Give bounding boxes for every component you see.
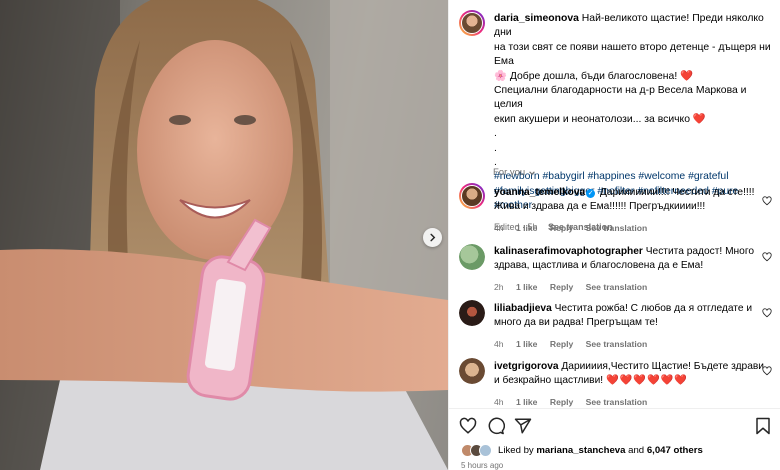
comment-avatar[interactable]: [459, 183, 485, 209]
chevron-right-icon: [430, 233, 436, 242]
comment-time: 4h: [494, 338, 504, 349]
see-translation-link[interactable]: See translation: [586, 397, 648, 407]
caption-line: на този свят се появи нашето второ детен…: [494, 41, 771, 68]
comment-username[interactable]: liliabadjieva: [494, 303, 552, 314]
likes-summary[interactable]: Liked by mariana_stancheva and 6,047 oth…: [461, 444, 703, 457]
reply-button[interactable]: Reply: [550, 223, 573, 233]
comment-hearts: ❤️❤️❤️❤️❤️❤️: [605, 375, 689, 387]
chevron-down-icon: [529, 170, 536, 175]
comment-time: 2h: [494, 281, 504, 292]
comment-sort-dropdown[interactable]: For you: [493, 167, 536, 178]
comment-likes[interactable]: 1 like: [516, 397, 538, 407]
likes-and: and: [628, 445, 645, 456]
comment-meta: 4h 1 like Reply See translation: [494, 221, 764, 235]
comment-time: 4h: [494, 396, 504, 407]
liker-avatar: [479, 444, 492, 457]
comment-avatar[interactable]: [459, 244, 485, 270]
see-translation-link[interactable]: See translation: [586, 282, 648, 292]
post-side-panel: daria_simeonova Най-великото щастие! Пре…: [448, 0, 780, 470]
reply-button[interactable]: Reply: [550, 339, 573, 349]
comment-likes[interactable]: 1 like: [516, 223, 538, 233]
post-photo[interactable]: [0, 0, 448, 470]
comment-avatar[interactable]: [459, 300, 485, 326]
see-translation-link[interactable]: See translation: [586, 223, 648, 233]
verified-icon: ✓: [586, 189, 596, 198]
reply-button[interactable]: Reply: [550, 282, 573, 292]
heart-icon[interactable]: [762, 196, 772, 206]
comment-meta: 2h 1 like Reply See translation: [494, 280, 764, 294]
caption-line: 🌸 Добре дошла, бъди благословена! ❤️: [494, 70, 694, 82]
next-photo-button[interactable]: [423, 228, 442, 247]
comment: ivetgrigorova Дариииия,Честито Щастие! Б…: [494, 360, 764, 409]
comment-likes[interactable]: 1 like: [516, 339, 538, 349]
comment: yoanna_temelkova ✓ Дариииииии!!!! Честити…: [494, 186, 764, 235]
heart-icon[interactable]: [459, 417, 477, 435]
comment: liliabadjieva Честита рожба! С любов да …: [494, 302, 764, 351]
comment-username[interactable]: kalinaserafimovaphotographer: [494, 246, 643, 257]
post-timestamp: 5 hours ago: [461, 461, 504, 470]
comment-time: 4h: [494, 222, 504, 233]
reply-button[interactable]: Reply: [550, 397, 573, 407]
photo-illustration: [0, 0, 448, 470]
caption-author-username[interactable]: daria_simeonova: [494, 13, 579, 24]
likes-prefix: Liked by: [498, 445, 534, 456]
comment-avatar[interactable]: [459, 358, 485, 384]
heart-icon[interactable]: [762, 366, 772, 376]
see-translation-link[interactable]: See translation: [586, 339, 648, 349]
likes-count[interactable]: 6,047 others: [647, 445, 703, 456]
caption-line: екип акушери и неонатолози... за всичко …: [494, 113, 706, 125]
caption-line: .: [494, 142, 497, 154]
comment-username[interactable]: ivetgrigorova: [494, 361, 559, 372]
post-action-bar: [449, 408, 780, 444]
heart-icon[interactable]: [762, 252, 772, 262]
heart-icon[interactable]: [762, 308, 772, 318]
author-avatar[interactable]: [459, 10, 485, 36]
liker-username[interactable]: mariana_stancheva: [536, 445, 625, 456]
comment-likes[interactable]: 1 like: [516, 282, 538, 292]
bookmark-icon[interactable]: [755, 417, 771, 435]
caption-line: .: [494, 128, 497, 140]
comment-sort-label: For you: [493, 167, 526, 178]
share-icon[interactable]: [514, 417, 532, 435]
caption-line: Специални благодарности на д-р Весела Ма…: [494, 85, 747, 111]
comment: kalinaserafimovaphotographer Честита рад…: [494, 245, 764, 294]
comment-username[interactable]: yoanna_temelkova: [494, 187, 585, 198]
comment-icon[interactable]: [487, 417, 505, 435]
comment-meta: 4h 1 like Reply See translation: [494, 337, 764, 351]
